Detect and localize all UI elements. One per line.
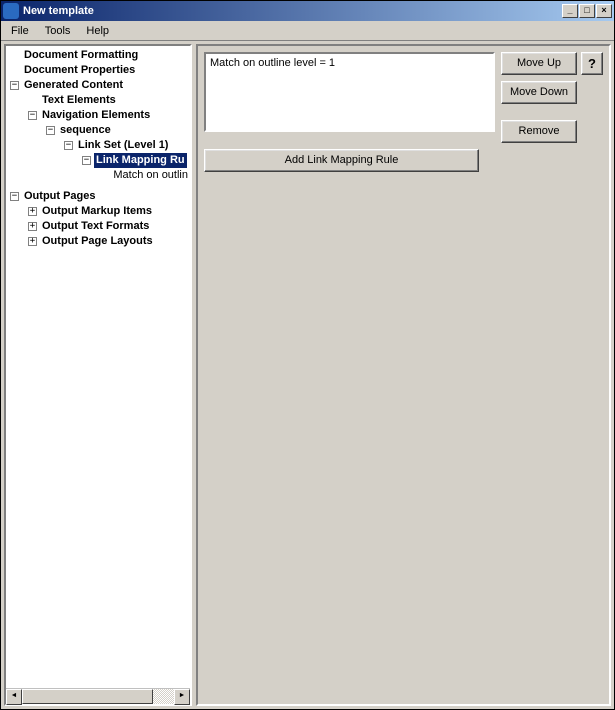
maximize-button[interactable]: □ [579,4,595,18]
tree-doc-properties[interactable]: Document Properties [22,63,137,78]
minimize-button[interactable]: _ [562,4,578,18]
collapse-icon[interactable]: − [10,192,19,201]
help-button[interactable]: ? [581,52,603,75]
tree-navigation-elements[interactable]: Navigation Elements [40,108,152,123]
collapse-icon[interactable]: − [10,81,19,90]
window-controls: _ □ × [562,4,612,18]
app-window: New template _ □ × File Tools Help Docum… [0,0,615,710]
window-title: New template [23,5,562,17]
tree-output-pages[interactable]: Output Pages [22,189,98,204]
add-link-mapping-rule-button[interactable]: Add Link Mapping Rule [204,149,479,172]
menu-bar: File Tools Help [1,21,614,41]
scroll-track[interactable] [22,689,174,704]
content-pane: Match on outline level = 1 Move Up ? Mov… [196,44,611,706]
rule-listbox[interactable]: Match on outline level = 1 [204,52,495,132]
collapse-icon[interactable]: − [64,141,73,150]
collapse-icon[interactable]: − [82,156,91,165]
collapse-icon[interactable]: − [46,126,55,135]
tree-link-set[interactable]: Link Set (Level 1) [76,138,170,153]
tree-generated-content[interactable]: Generated Content [22,78,125,93]
tree-output-page-layouts[interactable]: Output Page Layouts [40,234,155,249]
move-up-button[interactable]: Move Up [501,52,577,75]
tree-match-outline[interactable]: Match on outlin [111,168,190,183]
tree-text-elements[interactable]: Text Elements [40,93,118,108]
tree-sequence[interactable]: sequence [58,123,113,138]
client-area: Document Formatting Document Properties … [1,41,614,709]
title-bar[interactable]: New template _ □ × [1,1,614,21]
menu-tools[interactable]: Tools [37,23,79,39]
expand-icon[interactable]: + [28,207,37,216]
menu-file[interactable]: File [3,23,37,39]
scroll-left-icon[interactable]: ◄ [6,689,22,705]
app-icon [3,3,19,19]
tree-link-mapping-rules[interactable]: Link Mapping Ru [94,153,187,168]
close-button[interactable]: × [596,4,612,18]
horizontal-scrollbar[interactable]: ◄ ► [6,688,190,704]
tree-doc-formatting[interactable]: Document Formatting [22,48,140,63]
tree-output-markup-items[interactable]: Output Markup Items [40,204,154,219]
expand-icon[interactable]: + [28,222,37,231]
move-down-button[interactable]: Move Down [501,81,577,104]
scroll-thumb[interactable] [22,689,153,704]
menu-help[interactable]: Help [78,23,117,39]
list-item[interactable]: Match on outline level = 1 [210,56,489,70]
tree-pane: Document Formatting Document Properties … [4,44,192,706]
expand-icon[interactable]: + [28,237,37,246]
tree-view[interactable]: Document Formatting Document Properties … [6,46,190,688]
tree-output-text-formats[interactable]: Output Text Formats [40,219,151,234]
remove-button[interactable]: Remove [501,120,577,143]
collapse-icon[interactable]: − [28,111,37,120]
scroll-right-icon[interactable]: ► [174,689,190,705]
